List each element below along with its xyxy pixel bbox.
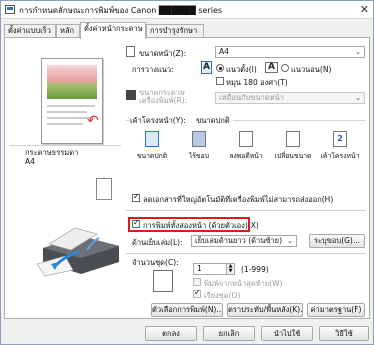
tab-maintenance[interactable]: การบำรุงรักษา <box>146 24 204 38</box>
layout-label: ลงพอดีหน้า <box>229 152 263 160</box>
page-layout-icon: 2 <box>333 131 347 147</box>
landscape-radio[interactable] <box>281 64 289 72</box>
printer-paper-icon <box>126 90 136 100</box>
preview-text-line <box>47 123 83 125</box>
layout-label: ขนาดปกติ <box>136 152 168 160</box>
landscape-icon: A <box>265 62 278 73</box>
title-bar: การกำหนดลักษณะการพิมพ์ของ Canon ██████ s… <box>1 1 373 19</box>
orientation-label: การวางแนว: <box>132 65 174 74</box>
printer-app-icon <box>5 5 15 14</box>
rotate-180-checkbox[interactable] <box>216 77 224 85</box>
page-size-label: ขนาดหน้า(Z): <box>139 49 187 58</box>
preview-text-line <box>47 111 87 113</box>
defaults-button[interactable]: ค่ามาตรฐาน(F) <box>307 303 365 317</box>
printer-illustration-icon <box>36 227 119 277</box>
stamp-background-button[interactable]: ตราประทับ/พื้นหลัง(K)... <box>227 303 303 317</box>
cancel-button[interactable]: ยกเลิก <box>203 326 255 341</box>
window-title: การกำหนดลักษณะการพิมพ์ของ Canon ██████ s… <box>19 6 223 15</box>
media-size-label: A4 <box>25 157 35 166</box>
collate-checkbox[interactable] <box>193 288 201 298</box>
rotate-arrow-icon: ↶ <box>87 113 99 129</box>
divider <box>126 210 366 211</box>
scaled-icon <box>286 131 300 147</box>
auto-reduce-checkbox[interactable] <box>132 192 140 202</box>
page-setup-panel: ↶ กระดาษธรรมดา A4 ขนาดหน้า(Z): A4 ⌄ การว… <box>4 37 370 319</box>
preview-text-line <box>47 105 95 107</box>
tab-quick-setup[interactable]: ตั้งค่าแบบเร็ว <box>4 24 56 38</box>
layout-fit-to-page[interactable]: ลงพอดีหน้า <box>225 131 267 161</box>
print-last-page-first-checkbox[interactable] <box>193 278 201 286</box>
borderless-icon <box>192 131 206 147</box>
tab-page-setup[interactable]: ตั้งค่าหน้ากระดาษ <box>80 22 146 39</box>
portrait-icon: A <box>201 61 212 74</box>
layout-borderless[interactable]: ไร้ขอบ <box>178 131 220 161</box>
layout-label: เปลี่ยนขนาด <box>274 152 312 160</box>
chevron-down-icon: ⌄ <box>287 237 293 245</box>
page-size-icon <box>126 46 135 57</box>
fit-to-page-icon <box>239 131 253 147</box>
page-layout-current: ขนาดปกติ <box>196 116 230 125</box>
ok-button[interactable]: ตกลง <box>145 326 197 341</box>
preview-photo <box>47 65 97 99</box>
divider <box>9 145 121 146</box>
collate-label: เรียงชุด(O) <box>204 291 241 300</box>
page-layout-label: เค้าโครงหน้า(Y): ขนาดปกติ <box>130 115 233 127</box>
paper-thumbnail <box>96 178 112 200</box>
apply-button[interactable]: นำไปใช้ <box>261 326 313 341</box>
collate-pages-icon <box>153 270 173 292</box>
media-type-label: กระดาษธรรมดา <box>25 148 79 157</box>
landscape-label: แนวนอน(N) <box>291 65 332 74</box>
chevron-down-icon: ⌄ <box>355 94 361 102</box>
highlight-box <box>128 217 250 232</box>
print-last-page-first-label: พิมพ์จากหน้าสุดท้าย(W) <box>204 279 283 288</box>
normal-size-icon <box>145 131 159 147</box>
copies-spinner[interactable]: ▲ ▼ <box>226 263 235 275</box>
help-button[interactable]: วิธีใช้ <box>319 326 369 341</box>
layout-page-layout[interactable]: 2 เค้าโครงหน้า <box>319 131 361 161</box>
auto-reduce-label: ลดเอกสารที่ใหญ่อัตโนมัติที่เครื่องพิมพ์ไ… <box>143 195 334 204</box>
copies-label: จำนวนชุด(C): <box>132 258 179 267</box>
stapling-side-dropdown[interactable]: เย็บเล่มด้านยาว (ด้านซ้าย) ⌄ <box>191 235 297 247</box>
page-size-value: A4 <box>219 47 229 56</box>
page-size-dropdown[interactable]: A4 ⌄ <box>215 46 365 58</box>
portrait-radio[interactable] <box>216 64 224 72</box>
chevron-down-icon: ⌄ <box>355 48 361 56</box>
divider <box>126 253 366 254</box>
copies-input[interactable]: 1 <box>193 263 227 275</box>
printing-preferences-window: การกำหนดลักษณะการพิมพ์ของ Canon ██████ s… <box>0 0 374 345</box>
layout-label: เค้าโครงหน้า <box>320 152 360 160</box>
stapling-side-value: เย็บเล่มด้านยาว (ด้านซ้าย) <box>195 236 282 245</box>
layout-label: ไร้ขอบ <box>188 152 210 160</box>
layout-scaled[interactable]: เปลี่ยนขนาด <box>272 131 314 161</box>
stapling-side-label: ด้านเย็บเล่ม(L): <box>132 238 183 247</box>
layout-normal-size[interactable]: ขนาดปกติ <box>131 131 173 161</box>
printer-paper-size-label: ขนาดกระดาษเครื่องพิมพ์(R): <box>139 88 188 105</box>
rotate-180-label: หมุน 180 องศา(T) <box>226 78 288 87</box>
printer-paper-size-dropdown[interactable]: เหมือนกับขนาดหน้า ⌄ <box>215 92 365 104</box>
printer-paper-size-value: เหมือนกับขนาดหน้า <box>219 93 285 102</box>
portrait-label: แนวตั้ง(I) <box>226 65 257 74</box>
page-layout-title: เค้าโครงหน้า(Y): <box>130 116 186 125</box>
copies-range: (1-999) <box>241 265 269 274</box>
specify-margin-button[interactable]: ระบุขอบ(G)... <box>309 234 365 248</box>
page-preview <box>41 58 103 144</box>
tab-main[interactable]: หลัก <box>56 24 80 38</box>
print-options-button[interactable]: ตัวเลือกการพิมพ์(N)... <box>151 303 223 317</box>
close-icon[interactable]: ✕ <box>360 3 369 16</box>
